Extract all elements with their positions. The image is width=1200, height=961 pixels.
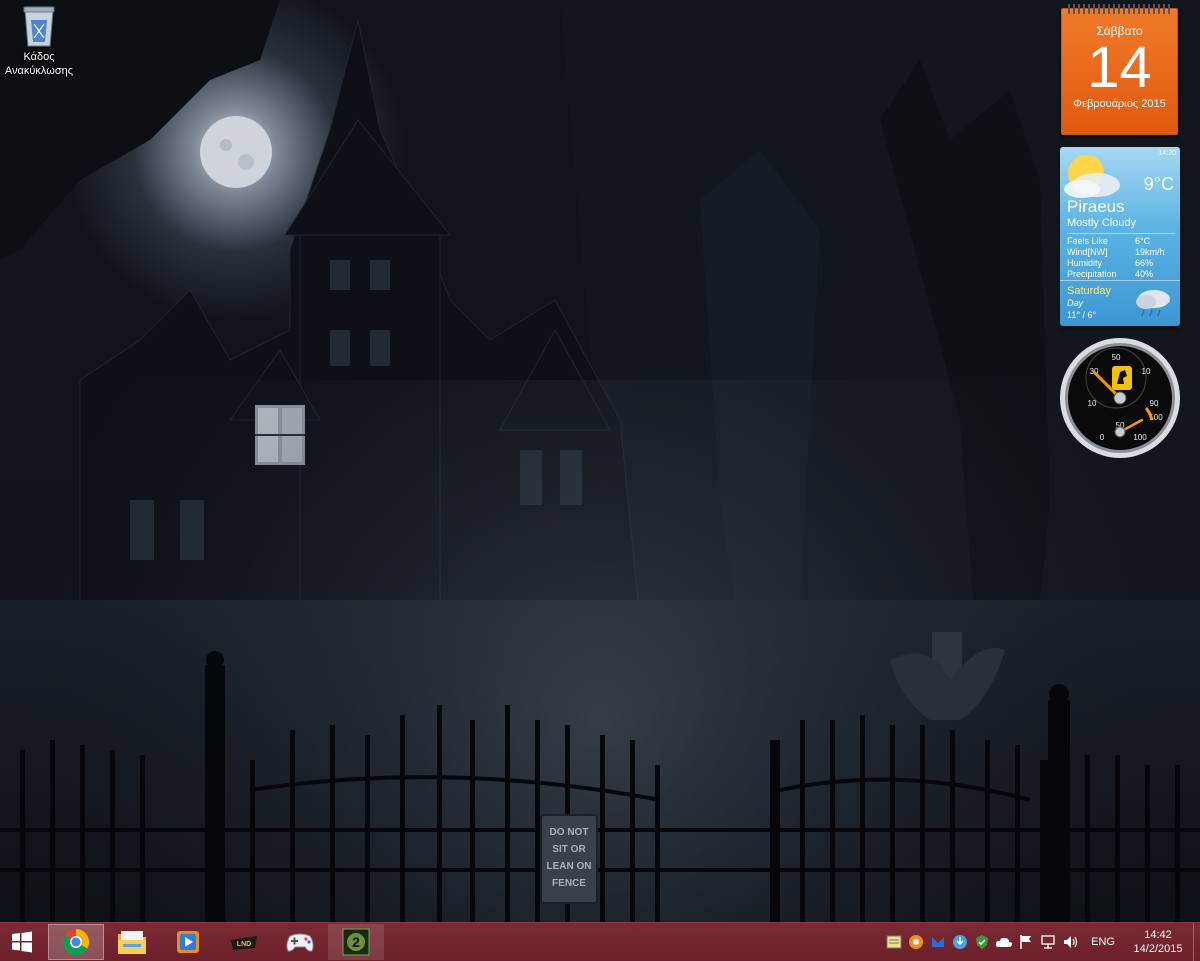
media-player-icon xyxy=(177,931,199,953)
shield-check-icon xyxy=(976,935,989,949)
weather-forecast: Saturday Day 11° / 6° xyxy=(1060,280,1180,326)
tray-updater[interactable] xyxy=(949,923,971,961)
modern-warfare-2-icon: 2 xyxy=(342,928,370,956)
system-tray: ENG 14:42 14/2/2015 xyxy=(883,923,1200,961)
tray-mail[interactable] xyxy=(927,923,949,961)
sun-cloud-icon xyxy=(1064,155,1120,198)
start-button[interactable] xyxy=(0,923,44,961)
gauge-label: 0 xyxy=(1100,433,1105,442)
mail-icon xyxy=(932,937,945,947)
sign-line-1: DO NOT xyxy=(550,827,589,838)
taskbar: LND 2 ENG 14:42 14/2/2015 xyxy=(0,922,1200,961)
cloud-icon xyxy=(995,937,1013,947)
clock-time: 14:42 xyxy=(1144,929,1172,941)
sign-line-3: LEAN ON xyxy=(547,861,592,872)
lindenfield-icon: LND xyxy=(231,936,257,950)
svg-text:LND: LND xyxy=(237,941,251,948)
calendar-day-number: 14 xyxy=(1087,35,1152,100)
flag-icon xyxy=(1020,935,1032,949)
taskbar-app-modern-warfare-2[interactable]: 2 xyxy=(328,924,384,960)
gauge-label: 90 xyxy=(1150,399,1159,408)
gamepad-icon xyxy=(286,933,314,952)
windows-logo-icon xyxy=(12,931,32,953)
antivirus-icon xyxy=(909,935,924,949)
weather-updated-time: 14:20 xyxy=(1158,150,1176,157)
gauge-label: 10 xyxy=(1088,399,1097,408)
taskbar-app-file-explorer[interactable] xyxy=(104,924,160,960)
speaker-icon xyxy=(1064,936,1078,948)
network-icon xyxy=(1041,935,1055,949)
recycle-bin-icon xyxy=(23,6,55,47)
language-indicator[interactable]: ENG xyxy=(1081,936,1123,948)
taskbar-clock[interactable]: 14:42 14/2/2015 xyxy=(1123,928,1193,956)
weather-detail-row: Feels Like 6°C xyxy=(1067,236,1151,246)
updater-icon xyxy=(953,935,968,949)
calendar-month-year: Φεβρουάριος 2015 xyxy=(1073,98,1166,110)
weather-detail-row: Precipitation 40% xyxy=(1067,269,1154,279)
weather-condition: Mostly Cloudy xyxy=(1067,217,1137,229)
tray-onedrive[interactable] xyxy=(993,923,1015,961)
tray-network[interactable] xyxy=(1037,923,1059,961)
desktop-wallpaper: DO NOT SIT OR LEAN ON FENCE xyxy=(0,0,1200,922)
notes-icon xyxy=(886,935,902,949)
taskbar-app-gamepad[interactable] xyxy=(272,924,328,960)
sign-line-2: SIT OR xyxy=(552,844,586,855)
taskbar-app-chrome[interactable] xyxy=(48,924,104,960)
tray-security[interactable] xyxy=(971,923,993,961)
cpu-meter-gadget[interactable]: 50 30 10 10 90 100 0 50 100 xyxy=(1058,336,1182,460)
gauge-label: 100 xyxy=(1133,433,1147,442)
weather-temperature: 9°C xyxy=(1143,174,1174,194)
calendar-rings xyxy=(1068,4,1171,14)
weather-detail-row: Humidity 66% xyxy=(1067,258,1154,268)
svg-text:2: 2 xyxy=(352,934,360,950)
gauge-label: 50 xyxy=(1112,353,1121,362)
gauge-dial: 50 30 10 10 90 100 0 50 100 xyxy=(1060,338,1180,458)
taskbar-app-lindenfield[interactable]: LND xyxy=(216,924,272,960)
sign-line-4: FENCE xyxy=(552,878,586,889)
recycle-bin[interactable]: Κάδος Ανακύκλωσης xyxy=(2,4,76,78)
tray-action-center[interactable] xyxy=(1015,923,1037,961)
forecast-part: Day xyxy=(1067,298,1084,308)
show-desktop-button[interactable] xyxy=(1193,923,1200,961)
tray-notes[interactable] xyxy=(883,923,905,961)
clock-date: 14/2/2015 xyxy=(1133,943,1183,955)
taskbar-app-media-player[interactable] xyxy=(160,924,216,960)
forecast-range: 11° / 6° xyxy=(1067,310,1097,320)
recycle-bin-label: Κάδος Ανακύκλωσης xyxy=(4,51,74,77)
weather-gadget[interactable]: 14:20 9°C Piraeus Mostly Cloudy Feels Li… xyxy=(1060,147,1180,326)
weather-city: Piraeus xyxy=(1067,197,1125,216)
tray-volume[interactable] xyxy=(1059,923,1081,961)
file-explorer-icon xyxy=(118,931,146,954)
calendar-gadget[interactable]: Σάββατο 14 Φεβρουάριος 2015 xyxy=(1061,4,1178,135)
rain-cloud-icon xyxy=(1136,290,1170,317)
chrome-icon xyxy=(62,928,90,956)
weather-detail-row: Wind[NW] 19km/h xyxy=(1067,247,1165,257)
gauge-label: 10 xyxy=(1142,367,1151,376)
tray-avast[interactable] xyxy=(905,923,927,961)
weather-details: Feels Like 6°C Wind[NW] 19km/h Humidity 66%… xyxy=(1067,233,1175,280)
forecast-day: Saturday xyxy=(1067,285,1112,297)
